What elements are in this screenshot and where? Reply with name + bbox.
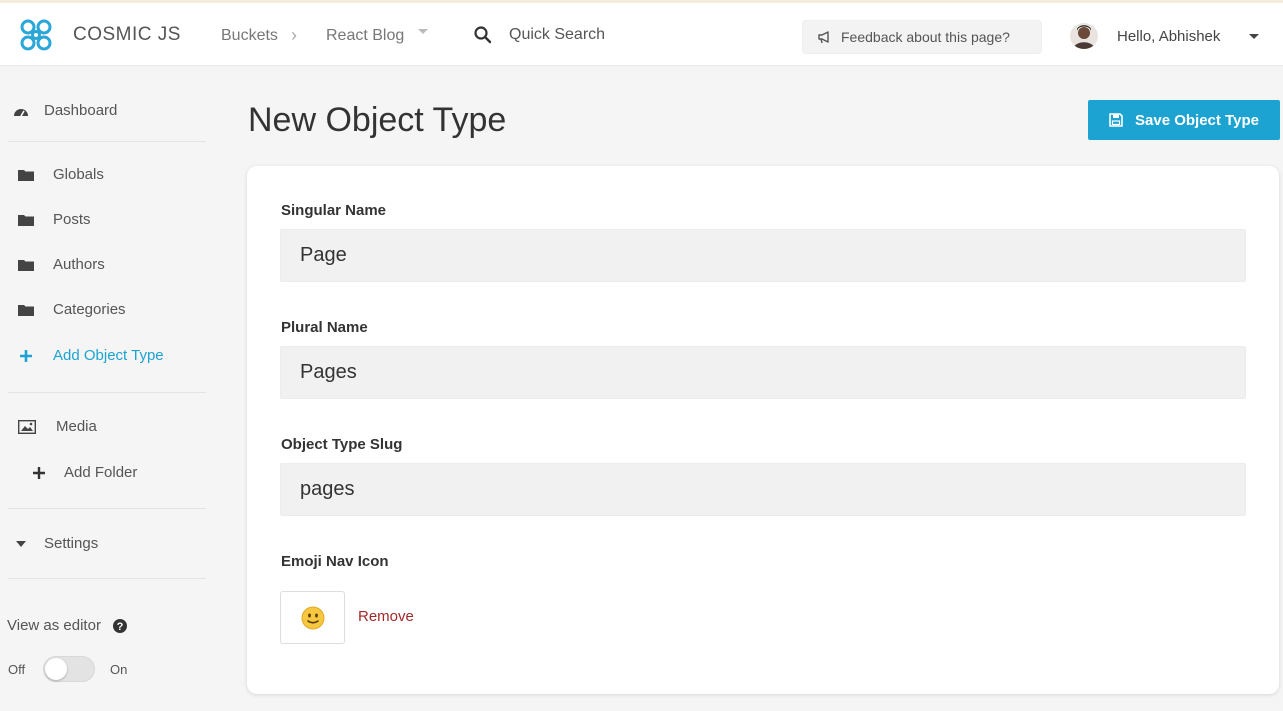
sidebar: Dashboard Globals Posts Authors Categori… <box>0 66 210 711</box>
sidebar-item-label: Add Folder <box>64 464 138 481</box>
caret-down-icon <box>16 540 26 547</box>
save-object-type-button[interactable]: Save Object Type <box>1088 100 1280 140</box>
folder-icon <box>18 259 34 271</box>
plus-icon <box>33 466 45 479</box>
emoji-picker[interactable] <box>280 591 345 644</box>
view-as-editor-toggle[interactable] <box>43 656 95 682</box>
sidebar-item-label: Posts <box>53 211 91 228</box>
breadcrumb-separator-icon: › <box>291 25 297 45</box>
sidebar-item-add-folder[interactable]: Add Folder <box>33 464 137 481</box>
sidebar-divider <box>8 141 206 142</box>
folder-icon <box>18 169 34 181</box>
top-bar: COSMIC JS Buckets › React Blog Quick Sea… <box>0 0 1283 66</box>
cosmic-logo-icon <box>20 19 52 51</box>
sidebar-item-settings[interactable]: Settings <box>16 535 98 552</box>
bucket-dropdown-icon[interactable] <box>418 29 428 34</box>
view-as-editor-row: View as editor ? <box>7 617 127 634</box>
logo[interactable]: COSMIC JS <box>18 17 181 53</box>
sidebar-item-label: Settings <box>44 535 99 552</box>
dashboard-icon <box>14 108 28 116</box>
megaphone-icon <box>818 31 829 44</box>
page-title: New Object Type <box>248 101 507 139</box>
sidebar-divider <box>8 392 206 393</box>
folder-icon <box>18 214 34 226</box>
plural-name-label: Plural Name <box>281 319 368 336</box>
sidebar-item-add-object-type[interactable]: Add Object Type <box>20 347 164 364</box>
sidebar-item-posts[interactable]: Posts <box>18 211 91 228</box>
image-icon <box>18 419 36 434</box>
toggle-off-label: Off <box>8 662 26 677</box>
view-as-editor-label: View as editor <box>7 617 101 634</box>
app-window: COSMIC JS Buckets › React Blog Quick Sea… <box>0 0 1283 711</box>
slightly-smiling-face-icon <box>301 606 324 629</box>
brand-name: COSMIC JS <box>73 24 181 45</box>
save-button-label: Save Object Type <box>1135 111 1259 129</box>
sidebar-item-label: Globals <box>53 166 104 183</box>
toggle-knob <box>45 658 67 680</box>
sidebar-item-media[interactable]: Media <box>18 418 97 435</box>
breadcrumb-buckets[interactable]: Buckets <box>221 27 278 45</box>
sidebar-item-categories[interactable]: Categories <box>18 301 126 318</box>
user-menu-chevron-down-icon[interactable] <box>1249 34 1259 39</box>
sidebar-item-label: Authors <box>53 256 105 273</box>
toggle-on-label: On <box>110 662 128 677</box>
sidebar-item-dashboard[interactable]: Dashboard <box>13 102 117 119</box>
sidebar-item-authors[interactable]: Authors <box>18 256 105 273</box>
plural-name-input[interactable] <box>280 346 1246 399</box>
singular-name-label: Singular Name <box>281 202 387 219</box>
feedback-button[interactable]: Feedback about this page? <box>802 20 1042 54</box>
feedback-label: Feedback about this page? <box>841 29 1010 45</box>
object-type-slug-input[interactable] <box>280 463 1246 516</box>
sidebar-divider <box>8 578 206 579</box>
user-avatar-icon <box>1070 23 1098 49</box>
floppy-disk-icon <box>1109 113 1123 127</box>
emoji-nav-icon-label: Emoji Nav Icon <box>281 553 389 570</box>
sidebar-divider <box>8 508 206 509</box>
sidebar-item-label: Add Object Type <box>53 347 164 364</box>
help-icon[interactable]: ? <box>112 618 127 633</box>
object-type-slug-label: Object Type Slug <box>281 436 403 453</box>
svg-text:?: ? <box>117 621 124 633</box>
sidebar-item-globals[interactable]: Globals <box>18 166 104 183</box>
search-icon <box>474 26 492 44</box>
sidebar-item-label: Media <box>56 418 97 435</box>
quick-search[interactable]: Quick Search <box>473 25 605 45</box>
plus-icon <box>20 349 32 362</box>
breadcrumb-bucket[interactable]: React Blog <box>326 27 404 45</box>
avatar[interactable] <box>1070 23 1098 49</box>
sidebar-item-label: Categories <box>53 301 126 318</box>
folder-icon <box>18 304 34 316</box>
user-greeting[interactable]: Hello, Abhishek <box>1117 28 1220 45</box>
remove-emoji-link[interactable]: Remove <box>358 608 414 625</box>
quick-search-label: Quick Search <box>509 26 606 43</box>
singular-name-input[interactable] <box>280 229 1246 282</box>
sidebar-item-label: Dashboard <box>44 102 118 119</box>
